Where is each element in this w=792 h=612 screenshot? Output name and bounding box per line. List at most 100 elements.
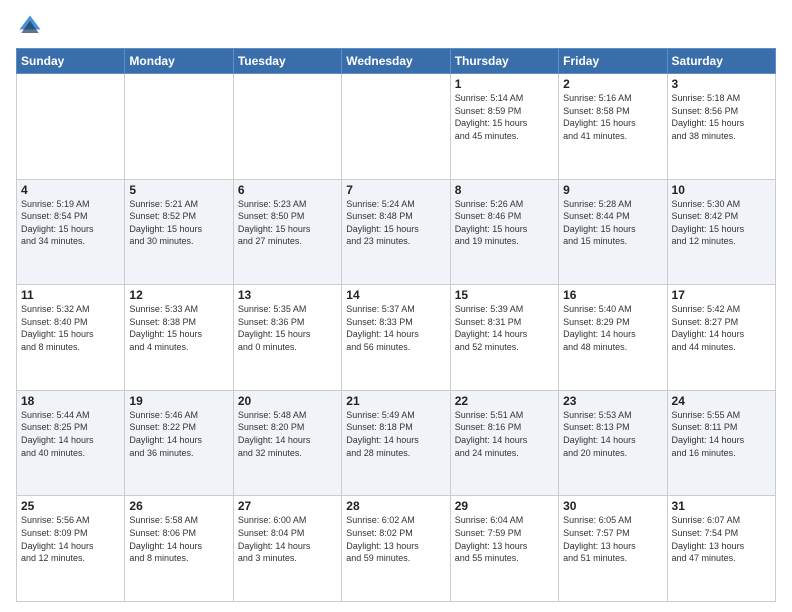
- day-cell-22: 22Sunrise: 5:51 AM Sunset: 8:16 PM Dayli…: [450, 390, 558, 496]
- day-info: Sunrise: 5:23 AM Sunset: 8:50 PM Dayligh…: [238, 198, 337, 248]
- empty-cell: [342, 74, 450, 180]
- weekday-header-wednesday: Wednesday: [342, 49, 450, 74]
- day-number: 7: [346, 183, 445, 197]
- day-number: 31: [672, 499, 771, 513]
- day-info: Sunrise: 5:58 AM Sunset: 8:06 PM Dayligh…: [129, 514, 228, 564]
- day-number: 24: [672, 394, 771, 408]
- day-info: Sunrise: 5:53 AM Sunset: 8:13 PM Dayligh…: [563, 409, 662, 459]
- day-info: Sunrise: 5:33 AM Sunset: 8:38 PM Dayligh…: [129, 303, 228, 353]
- day-cell-30: 30Sunrise: 6:05 AM Sunset: 7:57 PM Dayli…: [559, 496, 667, 602]
- day-info: Sunrise: 5:26 AM Sunset: 8:46 PM Dayligh…: [455, 198, 554, 248]
- weekday-header-row: SundayMondayTuesdayWednesdayThursdayFrid…: [17, 49, 776, 74]
- week-row-2: 11Sunrise: 5:32 AM Sunset: 8:40 PM Dayli…: [17, 285, 776, 391]
- page: SundayMondayTuesdayWednesdayThursdayFrid…: [0, 0, 792, 612]
- day-cell-17: 17Sunrise: 5:42 AM Sunset: 8:27 PM Dayli…: [667, 285, 775, 391]
- day-info: Sunrise: 5:46 AM Sunset: 8:22 PM Dayligh…: [129, 409, 228, 459]
- week-row-1: 4Sunrise: 5:19 AM Sunset: 8:54 PM Daylig…: [17, 179, 776, 285]
- day-number: 9: [563, 183, 662, 197]
- day-info: Sunrise: 5:51 AM Sunset: 8:16 PM Dayligh…: [455, 409, 554, 459]
- day-cell-31: 31Sunrise: 6:07 AM Sunset: 7:54 PM Dayli…: [667, 496, 775, 602]
- day-number: 30: [563, 499, 662, 513]
- calendar-table: SundayMondayTuesdayWednesdayThursdayFrid…: [16, 48, 776, 602]
- day-cell-6: 6Sunrise: 5:23 AM Sunset: 8:50 PM Daylig…: [233, 179, 341, 285]
- day-number: 27: [238, 499, 337, 513]
- day-cell-7: 7Sunrise: 5:24 AM Sunset: 8:48 PM Daylig…: [342, 179, 450, 285]
- weekday-header-saturday: Saturday: [667, 49, 775, 74]
- day-number: 25: [21, 499, 120, 513]
- day-info: Sunrise: 5:44 AM Sunset: 8:25 PM Dayligh…: [21, 409, 120, 459]
- day-number: 1: [455, 77, 554, 91]
- day-info: Sunrise: 5:42 AM Sunset: 8:27 PM Dayligh…: [672, 303, 771, 353]
- day-info: Sunrise: 5:37 AM Sunset: 8:33 PM Dayligh…: [346, 303, 445, 353]
- day-number: 13: [238, 288, 337, 302]
- day-info: Sunrise: 5:35 AM Sunset: 8:36 PM Dayligh…: [238, 303, 337, 353]
- day-cell-19: 19Sunrise: 5:46 AM Sunset: 8:22 PM Dayli…: [125, 390, 233, 496]
- day-info: Sunrise: 5:24 AM Sunset: 8:48 PM Dayligh…: [346, 198, 445, 248]
- day-cell-10: 10Sunrise: 5:30 AM Sunset: 8:42 PM Dayli…: [667, 179, 775, 285]
- day-info: Sunrise: 5:30 AM Sunset: 8:42 PM Dayligh…: [672, 198, 771, 248]
- weekday-header-friday: Friday: [559, 49, 667, 74]
- day-cell-24: 24Sunrise: 5:55 AM Sunset: 8:11 PM Dayli…: [667, 390, 775, 496]
- day-cell-16: 16Sunrise: 5:40 AM Sunset: 8:29 PM Dayli…: [559, 285, 667, 391]
- day-cell-28: 28Sunrise: 6:02 AM Sunset: 8:02 PM Dayli…: [342, 496, 450, 602]
- day-cell-8: 8Sunrise: 5:26 AM Sunset: 8:46 PM Daylig…: [450, 179, 558, 285]
- day-cell-4: 4Sunrise: 5:19 AM Sunset: 8:54 PM Daylig…: [17, 179, 125, 285]
- day-info: Sunrise: 6:07 AM Sunset: 7:54 PM Dayligh…: [672, 514, 771, 564]
- day-cell-15: 15Sunrise: 5:39 AM Sunset: 8:31 PM Dayli…: [450, 285, 558, 391]
- day-info: Sunrise: 5:56 AM Sunset: 8:09 PM Dayligh…: [21, 514, 120, 564]
- day-cell-20: 20Sunrise: 5:48 AM Sunset: 8:20 PM Dayli…: [233, 390, 341, 496]
- day-number: 22: [455, 394, 554, 408]
- day-number: 2: [563, 77, 662, 91]
- day-cell-26: 26Sunrise: 5:58 AM Sunset: 8:06 PM Dayli…: [125, 496, 233, 602]
- day-number: 11: [21, 288, 120, 302]
- day-info: Sunrise: 5:32 AM Sunset: 8:40 PM Dayligh…: [21, 303, 120, 353]
- day-number: 20: [238, 394, 337, 408]
- logo: [16, 12, 48, 40]
- day-cell-5: 5Sunrise: 5:21 AM Sunset: 8:52 PM Daylig…: [125, 179, 233, 285]
- day-number: 5: [129, 183, 228, 197]
- day-number: 14: [346, 288, 445, 302]
- header: [16, 12, 776, 40]
- day-number: 17: [672, 288, 771, 302]
- week-row-3: 18Sunrise: 5:44 AM Sunset: 8:25 PM Dayli…: [17, 390, 776, 496]
- day-info: Sunrise: 5:39 AM Sunset: 8:31 PM Dayligh…: [455, 303, 554, 353]
- day-number: 15: [455, 288, 554, 302]
- day-info: Sunrise: 6:02 AM Sunset: 8:02 PM Dayligh…: [346, 514, 445, 564]
- logo-icon: [16, 12, 44, 40]
- day-number: 28: [346, 499, 445, 513]
- day-cell-21: 21Sunrise: 5:49 AM Sunset: 8:18 PM Dayli…: [342, 390, 450, 496]
- week-row-4: 25Sunrise: 5:56 AM Sunset: 8:09 PM Dayli…: [17, 496, 776, 602]
- day-number: 23: [563, 394, 662, 408]
- weekday-header-monday: Monday: [125, 49, 233, 74]
- day-info: Sunrise: 5:49 AM Sunset: 8:18 PM Dayligh…: [346, 409, 445, 459]
- day-info: Sunrise: 5:19 AM Sunset: 8:54 PM Dayligh…: [21, 198, 120, 248]
- day-cell-14: 14Sunrise: 5:37 AM Sunset: 8:33 PM Dayli…: [342, 285, 450, 391]
- day-info: Sunrise: 5:21 AM Sunset: 8:52 PM Dayligh…: [129, 198, 228, 248]
- day-info: Sunrise: 5:28 AM Sunset: 8:44 PM Dayligh…: [563, 198, 662, 248]
- day-number: 6: [238, 183, 337, 197]
- day-number: 21: [346, 394, 445, 408]
- day-cell-3: 3Sunrise: 5:18 AM Sunset: 8:56 PM Daylig…: [667, 74, 775, 180]
- day-number: 18: [21, 394, 120, 408]
- day-info: Sunrise: 5:16 AM Sunset: 8:58 PM Dayligh…: [563, 92, 662, 142]
- day-cell-9: 9Sunrise: 5:28 AM Sunset: 8:44 PM Daylig…: [559, 179, 667, 285]
- week-row-0: 1Sunrise: 5:14 AM Sunset: 8:59 PM Daylig…: [17, 74, 776, 180]
- day-cell-23: 23Sunrise: 5:53 AM Sunset: 8:13 PM Dayli…: [559, 390, 667, 496]
- day-cell-11: 11Sunrise: 5:32 AM Sunset: 8:40 PM Dayli…: [17, 285, 125, 391]
- day-number: 12: [129, 288, 228, 302]
- day-cell-1: 1Sunrise: 5:14 AM Sunset: 8:59 PM Daylig…: [450, 74, 558, 180]
- day-info: Sunrise: 6:05 AM Sunset: 7:57 PM Dayligh…: [563, 514, 662, 564]
- day-number: 10: [672, 183, 771, 197]
- day-cell-29: 29Sunrise: 6:04 AM Sunset: 7:59 PM Dayli…: [450, 496, 558, 602]
- day-info: Sunrise: 6:00 AM Sunset: 8:04 PM Dayligh…: [238, 514, 337, 564]
- day-info: Sunrise: 5:14 AM Sunset: 8:59 PM Dayligh…: [455, 92, 554, 142]
- day-cell-13: 13Sunrise: 5:35 AM Sunset: 8:36 PM Dayli…: [233, 285, 341, 391]
- day-number: 19: [129, 394, 228, 408]
- weekday-header-sunday: Sunday: [17, 49, 125, 74]
- day-number: 29: [455, 499, 554, 513]
- weekday-header-tuesday: Tuesday: [233, 49, 341, 74]
- day-cell-25: 25Sunrise: 5:56 AM Sunset: 8:09 PM Dayli…: [17, 496, 125, 602]
- day-cell-12: 12Sunrise: 5:33 AM Sunset: 8:38 PM Dayli…: [125, 285, 233, 391]
- day-info: Sunrise: 5:40 AM Sunset: 8:29 PM Dayligh…: [563, 303, 662, 353]
- weekday-header-thursday: Thursday: [450, 49, 558, 74]
